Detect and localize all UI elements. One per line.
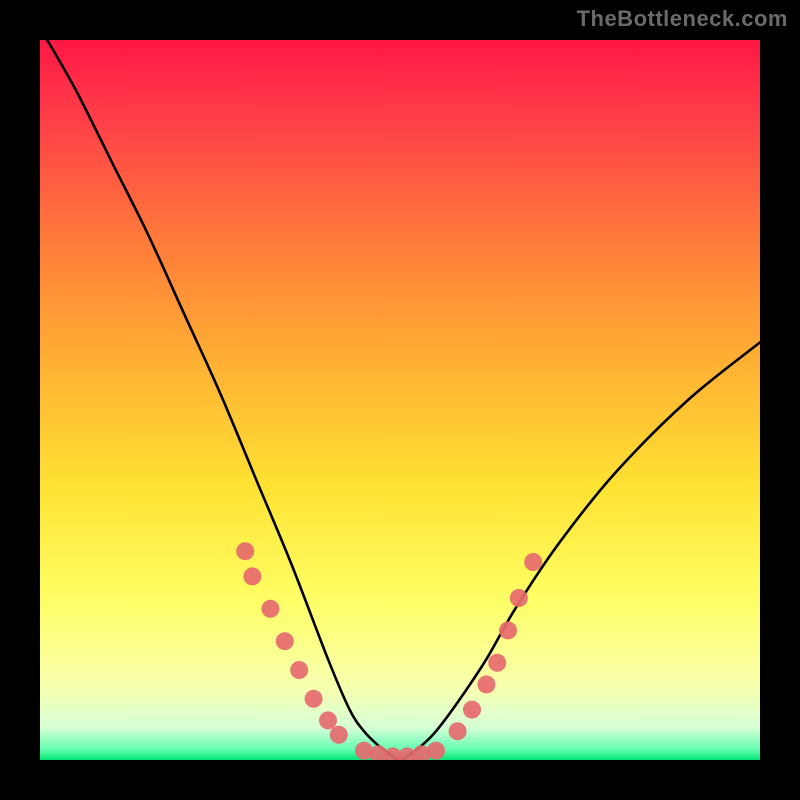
scatter-point <box>290 661 308 679</box>
scatter-point <box>488 654 506 672</box>
scatter-point <box>276 632 294 650</box>
scatter-point <box>524 553 542 571</box>
scatter-point <box>243 567 261 585</box>
scatter-point <box>330 726 348 744</box>
scatter-point <box>427 742 445 760</box>
scatter-point <box>236 542 254 560</box>
watermark-text: TheBottleneck.com <box>577 6 788 32</box>
scatter-point <box>499 621 517 639</box>
scatter-point <box>510 589 528 607</box>
plot-area <box>40 40 760 760</box>
bottleneck-curve <box>47 40 760 760</box>
scatter-point <box>319 711 337 729</box>
chart-frame: TheBottleneck.com <box>0 0 800 800</box>
scatter-point <box>449 722 467 740</box>
scatter-point <box>463 701 481 719</box>
scatter-point <box>477 675 495 693</box>
highlighted-points <box>236 542 542 760</box>
scatter-point <box>305 690 323 708</box>
chart-svg <box>40 40 760 760</box>
scatter-point <box>261 600 279 618</box>
